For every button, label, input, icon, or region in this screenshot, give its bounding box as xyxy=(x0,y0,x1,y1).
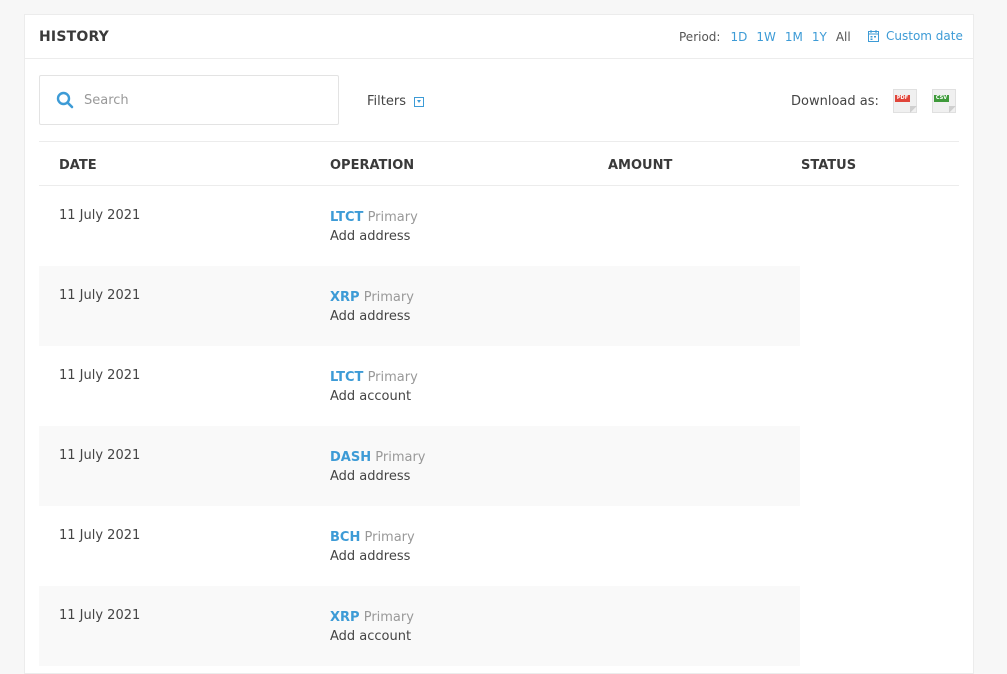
account-name: Primary xyxy=(367,210,418,225)
operation-desc: Add address xyxy=(330,309,411,324)
account-name: Primary xyxy=(367,370,418,385)
search-icon xyxy=(56,91,74,109)
coin-link[interactable]: BCH xyxy=(330,530,360,545)
period-option-1m[interactable]: 1M xyxy=(785,30,803,44)
operation-desc: Add address xyxy=(330,229,411,244)
row-operation: XRP Primary Add account xyxy=(330,608,414,646)
column-header-date: DATE xyxy=(59,158,97,173)
operation-desc: Add account xyxy=(330,389,412,404)
account-name: Primary xyxy=(364,530,415,545)
row-operation: DASH Primary Add address xyxy=(330,448,426,486)
filters-button[interactable]: Filters xyxy=(367,94,424,109)
operation-desc: Add address xyxy=(330,469,411,484)
account-name: Primary xyxy=(363,610,414,625)
table-row[interactable]: 11 July 2021 XRP Primary Add account xyxy=(39,586,800,666)
search-box[interactable] xyxy=(39,75,339,125)
row-date: 11 July 2021 xyxy=(59,288,141,303)
row-operation: XRP Primary Add address xyxy=(330,288,414,326)
pdf-download-icon[interactable]: PDF xyxy=(892,89,917,113)
csv-tag: CSV xyxy=(933,95,950,102)
history-header: HISTORY Period: 1D 1W 1M 1Y All Custom d… xyxy=(25,15,973,59)
period-option-1y[interactable]: 1Y xyxy=(812,30,827,44)
calendar-icon xyxy=(868,30,879,42)
filters-label: Filters xyxy=(367,94,406,109)
table-row[interactable]: 11 July 2021 LTCT Primary Add address xyxy=(39,186,800,266)
coin-link[interactable]: XRP xyxy=(330,290,360,305)
period-option-1d[interactable]: 1D xyxy=(730,30,747,44)
table-row[interactable]: 11 July 2021 XRP Primary Add address xyxy=(39,266,800,346)
period-option-all[interactable]: All xyxy=(836,30,851,44)
period-label: Period: xyxy=(679,30,721,44)
download-label: Download as: xyxy=(791,93,879,109)
coin-link[interactable]: LTCT xyxy=(330,370,363,385)
period-option-1w[interactable]: 1W xyxy=(756,30,776,44)
search-input[interactable] xyxy=(84,92,304,108)
row-date: 11 July 2021 xyxy=(59,528,141,543)
download-section: Download as: PDF CSV xyxy=(791,89,971,113)
row-date: 11 July 2021 xyxy=(59,368,141,383)
account-name: Primary xyxy=(363,290,414,305)
row-date: 11 July 2021 xyxy=(59,608,141,623)
custom-date-button[interactable]: Custom date xyxy=(868,29,963,43)
table-row[interactable]: 11 July 2021 BCH Primary Add address xyxy=(39,506,800,586)
row-operation: BCH Primary Add address xyxy=(330,528,415,566)
row-date: 11 July 2021 xyxy=(59,208,141,223)
custom-date-label: Custom date xyxy=(886,29,963,43)
page-title: HISTORY xyxy=(39,29,110,45)
table-row[interactable]: 11 July 2021 DASH Primary Add address xyxy=(39,426,800,506)
table-row[interactable]: 11 July 2021 LTCT Primary Add account xyxy=(39,346,800,426)
coin-link[interactable]: DASH xyxy=(330,450,371,465)
coin-link[interactable]: LTCT xyxy=(330,210,363,225)
row-operation: LTCT Primary Add address xyxy=(330,208,418,246)
account-name: Primary xyxy=(375,450,426,465)
csv-download-icon[interactable]: CSV xyxy=(931,89,956,113)
column-header-status: STATUS xyxy=(801,158,857,173)
operation-desc: Add address xyxy=(330,549,411,564)
row-operation: LTCT Primary Add account xyxy=(330,368,418,406)
table-header: DATE OPERATION AMOUNT STATUS xyxy=(39,142,959,186)
column-header-amount: AMOUNT xyxy=(608,158,673,173)
dropdown-icon xyxy=(413,96,424,107)
coin-link[interactable]: XRP xyxy=(330,610,360,625)
period-selector: Period: 1D 1W 1M 1Y All xyxy=(679,30,860,44)
history-card: HISTORY Period: 1D 1W 1M 1Y All Custom d… xyxy=(24,14,974,674)
row-date: 11 July 2021 xyxy=(59,448,141,463)
column-header-operation: OPERATION xyxy=(330,158,415,173)
pdf-tag: PDF xyxy=(894,95,911,102)
operation-desc: Add account xyxy=(330,629,412,644)
